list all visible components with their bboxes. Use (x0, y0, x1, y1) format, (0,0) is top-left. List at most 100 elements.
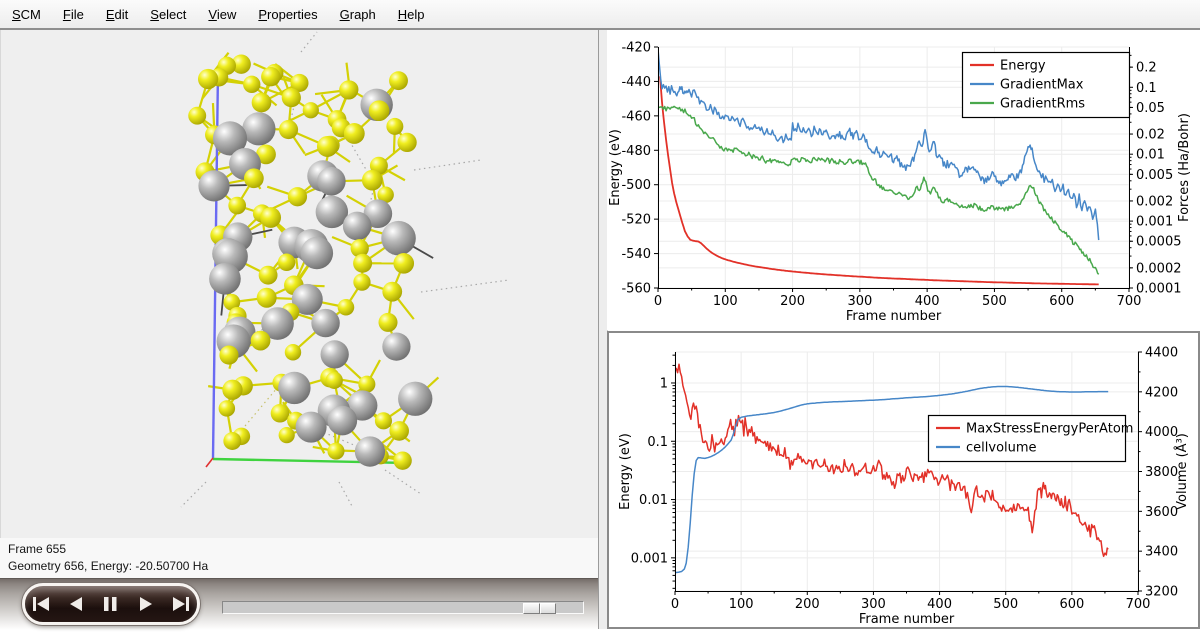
atom-yellow[interactable] (397, 133, 416, 152)
atom-yellow[interactable] (219, 400, 235, 416)
menu-item-properties[interactable]: Properties (248, 4, 327, 25)
atom-gray[interactable] (209, 263, 241, 295)
step-backward-icon (66, 596, 87, 612)
atom-yellow[interactable] (389, 421, 409, 441)
atom-yellow[interactable] (369, 100, 390, 121)
atom-yellow[interactable] (358, 376, 375, 393)
atom-yellow[interactable] (223, 432, 241, 450)
atom-gray[interactable] (278, 372, 310, 404)
stress-volume-chart[interactable]: 0100200300400500600700Frame number10.10.… (609, 333, 1198, 627)
atom-yellow[interactable] (389, 71, 408, 90)
atom-gray[interactable] (242, 112, 275, 145)
svg-text:GradientMax: GradientMax (1000, 78, 1084, 93)
atom-yellow[interactable] (353, 254, 372, 273)
atom-yellow[interactable] (251, 331, 271, 351)
atom-yellow[interactable] (243, 76, 260, 93)
atom-gray[interactable] (355, 436, 385, 466)
atom-yellow[interactable] (303, 102, 319, 118)
menu-item-edit[interactable]: Edit (96, 4, 138, 25)
atom-yellow[interactable] (338, 299, 355, 316)
svg-text:-420: -420 (621, 41, 651, 56)
atom-yellow[interactable] (339, 80, 358, 99)
atom-yellow[interactable] (278, 254, 296, 272)
atom-yellow[interactable] (393, 451, 411, 469)
pause-button[interactable] (99, 595, 123, 613)
periodic-image-contact (421, 280, 509, 292)
menu-item-scm[interactable]: SCM (2, 4, 51, 25)
play-button[interactable] (133, 595, 157, 613)
atom-yellow[interactable] (228, 197, 246, 215)
molecule-viewport[interactable] (0, 30, 607, 538)
atom-gray[interactable] (198, 170, 229, 201)
atom-yellow[interactable] (326, 372, 343, 389)
atom-yellow[interactable] (252, 93, 272, 113)
atom-yellow[interactable] (344, 123, 365, 144)
svg-text:Frame number: Frame number (859, 612, 955, 627)
atom-gray[interactable] (343, 212, 372, 241)
atom-yellow[interactable] (353, 273, 370, 290)
status-geometry-energy: Geometry 656, Energy: -20.50700 Ha (8, 559, 208, 573)
menu-item-help[interactable]: Help (388, 4, 435, 25)
svg-text:Frame number: Frame number (846, 309, 942, 324)
atom-yellow[interactable] (260, 207, 281, 228)
atom-yellow[interactable] (259, 266, 278, 285)
atom-yellow[interactable] (257, 288, 277, 308)
atom-gray[interactable] (381, 221, 416, 256)
atom-yellow[interactable] (279, 427, 295, 443)
svg-text:600: 600 (1049, 294, 1074, 309)
atom-yellow[interactable] (382, 282, 402, 302)
atom-yellow[interactable] (222, 380, 242, 400)
svg-text:Energy: Energy (1000, 59, 1046, 74)
menu-item-view[interactable]: View (198, 4, 246, 25)
frame-slider-thumb-cap[interactable] (540, 603, 556, 614)
atom-gray[interactable] (327, 406, 357, 436)
svg-text:4000: 4000 (1145, 425, 1178, 440)
step-backward-button[interactable] (65, 595, 89, 613)
atom-yellow[interactable] (279, 120, 298, 139)
go-to-last-icon (169, 596, 190, 612)
atom-gray[interactable] (398, 382, 432, 416)
atom-gray[interactable] (321, 340, 349, 368)
atom-gray[interactable] (317, 167, 346, 196)
svg-text:3800: 3800 (1145, 465, 1178, 480)
atom-layer (188, 55, 432, 470)
atom-gray[interactable] (301, 237, 333, 269)
menu-item-graph[interactable]: Graph (330, 4, 386, 25)
atom-gray[interactable] (311, 309, 339, 337)
atom-gray[interactable] (296, 412, 327, 443)
svg-text:0.0001: 0.0001 (1136, 282, 1182, 297)
atom-yellow[interactable] (386, 118, 403, 135)
atom-yellow[interactable] (375, 412, 392, 429)
go-to-last-button[interactable] (168, 595, 192, 613)
atom-yellow[interactable] (219, 345, 238, 364)
atom-yellow[interactable] (271, 404, 290, 423)
energy-gradients-chart[interactable]: 0100200300400500600700Frame number-420-4… (607, 30, 1200, 330)
svg-text:4400: 4400 (1145, 346, 1178, 361)
frame-slider[interactable] (222, 601, 584, 614)
menu-item-select[interactable]: Select (140, 4, 196, 25)
svg-text:3400: 3400 (1145, 545, 1178, 560)
atom-yellow[interactable] (327, 443, 344, 460)
atom-yellow[interactable] (282, 88, 301, 107)
atom-yellow[interactable] (393, 253, 414, 274)
atom-yellow[interactable] (198, 69, 218, 89)
atom-yellow[interactable] (378, 313, 397, 332)
menu-item-file[interactable]: File (53, 4, 94, 25)
atom-yellow[interactable] (317, 136, 338, 157)
periodic-image-contact (181, 482, 206, 507)
atom-yellow[interactable] (261, 67, 280, 86)
atom-yellow[interactable] (285, 344, 301, 360)
periodic-image-contact (414, 160, 481, 170)
svg-text:0.001: 0.001 (631, 551, 668, 566)
go-to-first-button[interactable] (30, 595, 54, 613)
atom-yellow[interactable] (188, 107, 206, 125)
atom-yellow[interactable] (288, 187, 307, 206)
molecule-3d-view[interactable] (1, 30, 607, 538)
frame-slider-thumb[interactable] (523, 603, 540, 614)
svg-text:0.05: 0.05 (1136, 101, 1165, 116)
svg-text:200: 200 (780, 294, 805, 309)
status-strip: Frame 655 Geometry 656, Energy: -20.5070… (0, 538, 606, 578)
atom-gray[interactable] (382, 333, 410, 361)
atom-yellow[interactable] (244, 168, 264, 188)
atom-yellow[interactable] (362, 170, 383, 191)
